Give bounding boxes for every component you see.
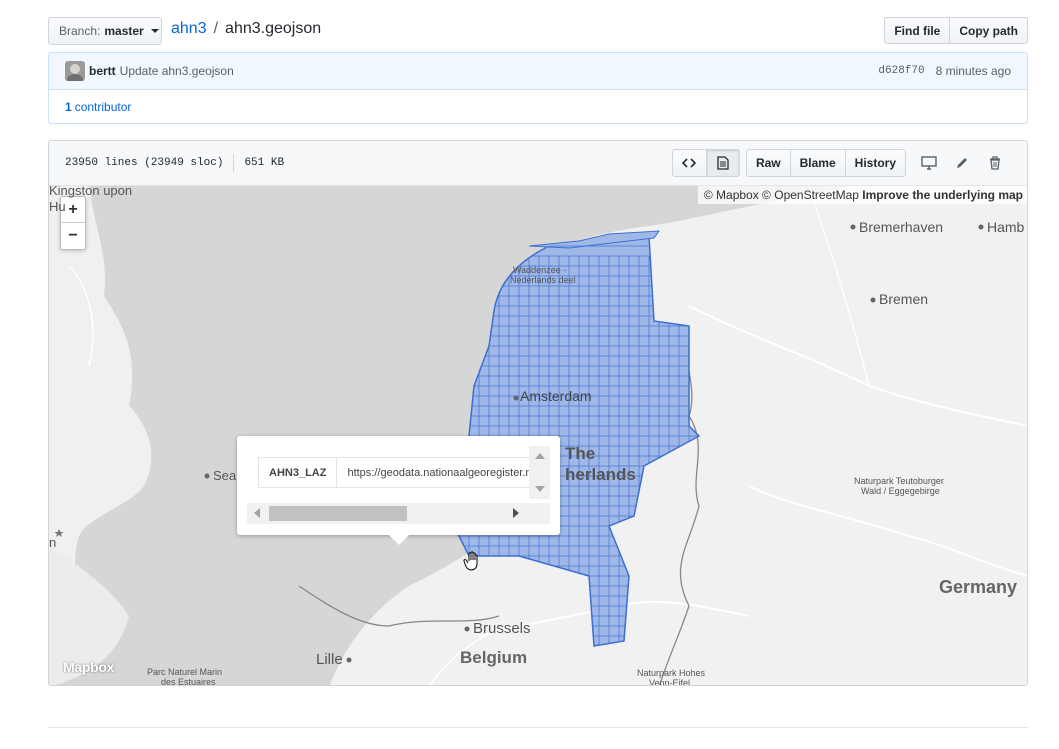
map-label-bremen: Bremen	[879, 291, 929, 307]
scroll-down-arrow-icon[interactable]	[535, 486, 545, 492]
commit-age: 8 minutes ago	[935, 64, 1011, 78]
contributors-label: contributor	[74, 100, 132, 114]
raw-button[interactable]: Raw	[745, 149, 791, 177]
breadcrumb: ahn3 / ahn3.geojson	[171, 20, 321, 38]
map-label-amsterdam: Amsterdam	[520, 388, 592, 404]
map-label-edge: n	[49, 535, 57, 550]
history-button[interactable]: History	[844, 149, 906, 177]
map-attribution: © Mapbox © OpenStreetMap Improve the und…	[697, 186, 1027, 204]
map-label-teutoburger-2: Wald / Eggegebirge	[861, 486, 940, 496]
commit-author-link[interactable]: bertt	[89, 64, 116, 78]
pencil-icon	[956, 158, 967, 168]
map-label-lille: Lille	[316, 651, 343, 668]
contributors-link[interactable]: 1 contributor	[49, 90, 1027, 124]
contributors-count: 1	[65, 100, 72, 114]
map-label-belgium: Belgium	[460, 648, 528, 667]
breadcrumb-file-name: ahn3.geojson	[225, 20, 322, 37]
map-label-parc-2: des Estuaires	[161, 677, 216, 686]
commit-message-link[interactable]: Update ahn3.geojson	[120, 64, 234, 78]
scroll-left-arrow-icon[interactable]	[254, 508, 260, 518]
file-nav-buttons: Find file Copy path	[884, 17, 1028, 44]
map-label-brussels: Brussels	[473, 620, 531, 637]
branch-name: master	[104, 24, 144, 38]
copy-path-button[interactable]: Copy path	[949, 17, 1028, 44]
blame-button[interactable]: Blame	[789, 149, 846, 177]
map-label-kingston: Kingston upon	[49, 186, 133, 198]
breadcrumb-repo-link[interactable]: ahn3	[171, 20, 207, 38]
file-line-count: 23950 lines (23949 sloc)	[65, 157, 224, 169]
scrollbar-thumb[interactable]	[269, 506, 407, 521]
desktop-icon	[920, 156, 937, 170]
feature-popup: AHN3_LAZ https://geodata.nationaalgeoreg…	[237, 436, 560, 545]
file-actions: Raw Blame History	[671, 149, 1011, 177]
zoom-out-button[interactable]: −	[61, 223, 85, 249]
caret-down-icon	[150, 29, 159, 33]
page-divider	[48, 727, 1028, 728]
map-label-parc-1: Parc Naturel Marin	[147, 667, 223, 677]
map-label-waddenzee-2: Nederlands deel	[510, 275, 576, 285]
file-header: 23950 lines (23949 sloc) 651 KB Raw Blam…	[49, 141, 1027, 186]
scroll-right-arrow-icon[interactable]	[513, 508, 519, 518]
map-label-sea: Sea	[213, 468, 237, 483]
avatar[interactable]	[65, 61, 85, 81]
breadcrumb-separator: /	[213, 20, 219, 37]
geojson-map[interactable]: © Mapbox © OpenStreetMap Improve the und…	[49, 186, 1027, 686]
code-icon	[682, 158, 697, 168]
scroll-up-arrow-icon[interactable]	[535, 453, 545, 459]
file-info-divider	[233, 154, 235, 172]
file-viewer: 23950 lines (23949 sloc) 651 KB Raw Blam…	[48, 140, 1028, 686]
map-label-the: The	[565, 444, 596, 463]
map-label-waddenzee-1: Waddenzee -	[513, 265, 567, 275]
improve-map-link[interactable]: Improve the underlying map	[862, 188, 1023, 202]
commit-tease: bertt Update ahn3.geojson d628f70 8 minu…	[48, 52, 1028, 124]
popup-scroll-area[interactable]: AHN3_LAZ https://geodata.nationaalgeoreg…	[247, 446, 550, 526]
find-file-button[interactable]: Find file	[884, 17, 951, 44]
map-label-hull: Hu	[49, 199, 66, 214]
horizontal-scrollbar[interactable]	[247, 503, 550, 524]
mapbox-logo[interactable]: Mapbox	[63, 659, 114, 675]
rendered-view-button[interactable]	[705, 149, 740, 177]
branch-select-button[interactable]: Branch: master	[48, 17, 162, 45]
source-view-button[interactable]	[671, 149, 707, 177]
map-label-bremerhaven: Bremerhaven	[859, 219, 944, 235]
map-label-netherlands: herlands	[565, 465, 636, 484]
open-desktop-button[interactable]	[912, 149, 945, 177]
branch-prefix: Branch:	[59, 24, 101, 38]
vertical-scrollbar[interactable]	[529, 446, 550, 499]
commit-sha-link[interactable]: d628f70	[878, 65, 924, 77]
map-label-hamburg: Hamb	[987, 219, 1025, 235]
edit-file-button[interactable]	[945, 149, 978, 177]
map-label-germany: Germany	[939, 577, 1018, 597]
file-view-buttons: Raw Blame History	[745, 149, 906, 177]
attribution-text[interactable]: © Mapbox © OpenStreetMap	[704, 188, 859, 202]
property-value: https://geodata.nationaalgeoregister.nl/…	[336, 457, 538, 488]
hand-cursor-icon	[463, 551, 478, 571]
commit-meta: d628f70 8 minutes ago	[878, 64, 1011, 78]
map-label-hohes-2: Venn-Eifel	[649, 678, 691, 686]
feature-properties-table: AHN3_LAZ https://geodata.nationaalgeoreg…	[257, 457, 538, 488]
file-icon	[717, 156, 729, 170]
file-size: 651 KB	[244, 157, 285, 169]
latest-commit-row: bertt Update ahn3.geojson d628f70 8 minu…	[49, 53, 1027, 90]
file-info: 23950 lines (23949 sloc) 651 KB	[65, 154, 284, 172]
trashcan-icon	[989, 156, 1000, 170]
table-row: AHN3_LAZ https://geodata.nationaalgeoreg…	[257, 457, 538, 488]
property-key: AHN3_LAZ	[257, 457, 338, 488]
delete-file-button[interactable]	[978, 149, 1011, 177]
map-label-teutoburger-1: Naturpark Teutoburger	[854, 476, 944, 486]
view-mode-toggle	[671, 149, 740, 177]
map-label-hohes-1: Naturpark Hohes	[637, 668, 706, 678]
